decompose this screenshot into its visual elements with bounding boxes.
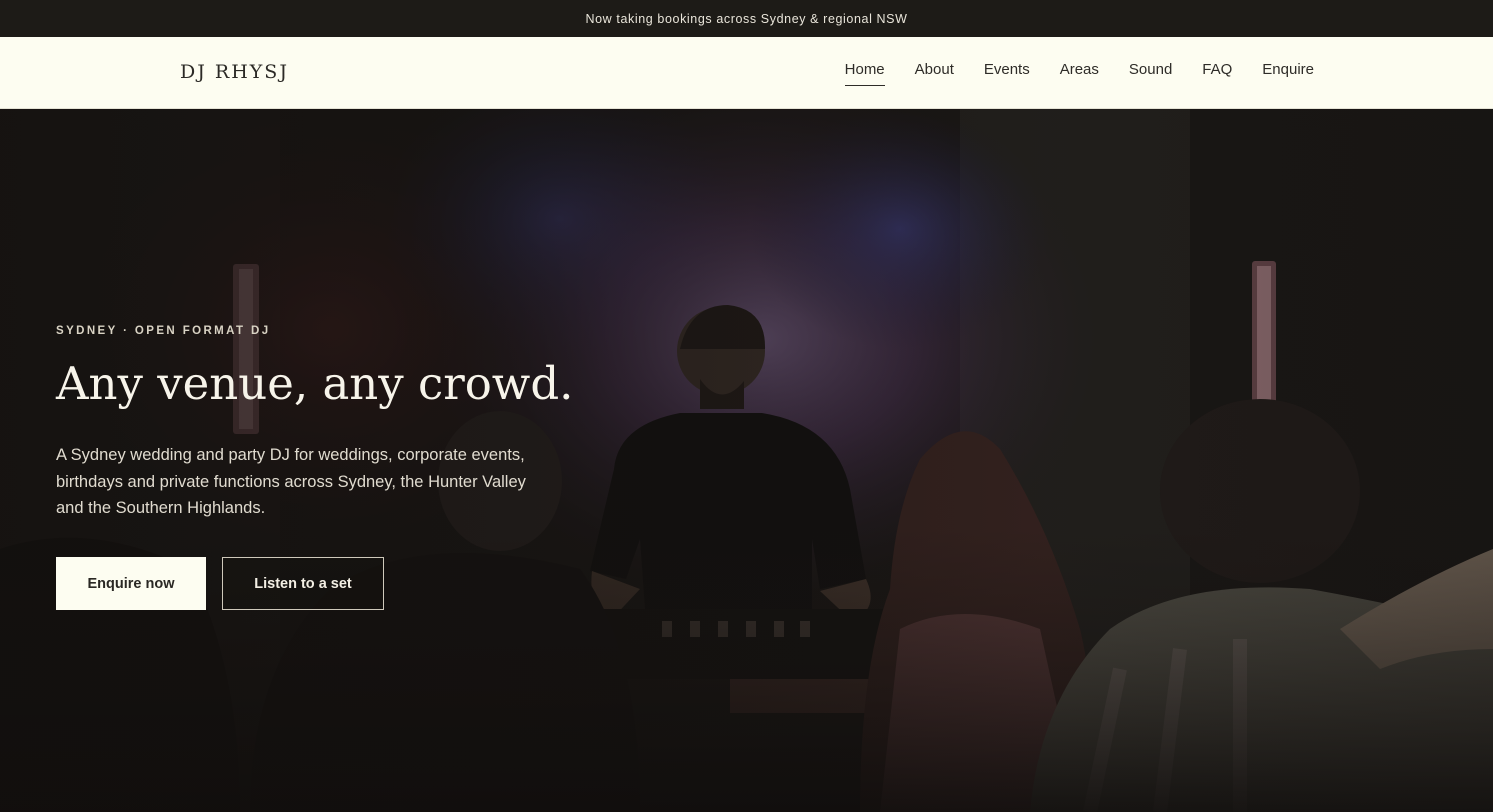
announcement-text: Now taking bookings across Sydney & regi…: [585, 11, 908, 26]
enquire-now-button[interactable]: Enquire now: [56, 557, 206, 610]
announcement-bar: Now taking bookings across Sydney & regi…: [0, 0, 1493, 37]
nav-link-events[interactable]: Events: [984, 61, 1030, 86]
listen-to-set-button[interactable]: Listen to a set: [222, 557, 384, 610]
nav-link-about[interactable]: About: [915, 61, 954, 86]
nav-link-faq[interactable]: FAQ: [1202, 61, 1232, 86]
site-logo[interactable]: DJ RHYSJ: [180, 61, 289, 83]
hero-section: SYDNEY · OPEN FORMAT DJ Any venue, any c…: [0, 109, 1493, 812]
nav-link-enquire[interactable]: Enquire: [1262, 61, 1314, 86]
hero-description: A Sydney wedding and party DJ for weddin…: [56, 446, 526, 517]
nav-link-home[interactable]: Home: [844, 61, 885, 86]
site-header: DJ RHYSJ Home About Events Areas Sound F…: [0, 37, 1493, 109]
nav-link-areas[interactable]: Areas: [1060, 61, 1099, 86]
hero-eyebrow: SYDNEY · OPEN FORMAT DJ: [56, 325, 271, 337]
hero-headline: Any venue, any crowd.: [56, 357, 574, 410]
main-nav: Home About Events Areas Sound FAQ Enquir…: [844, 61, 1314, 86]
nav-link-sound[interactable]: Sound: [1129, 61, 1172, 86]
